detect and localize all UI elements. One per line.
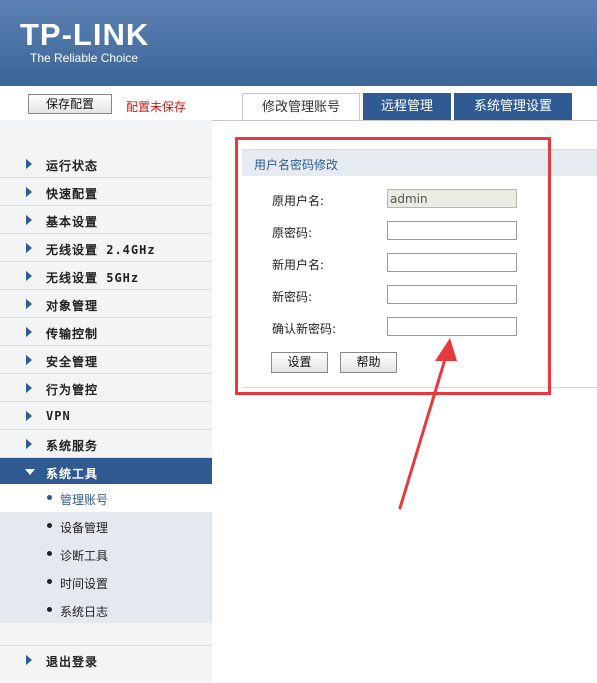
sidebar-item-vpn[interactable]: VPN: [0, 402, 212, 430]
sidebar-item-system-tools[interactable]: 系统工具: [0, 458, 212, 486]
save-config-button[interactable]: 保存配置: [28, 94, 112, 114]
sidebar-item-label: 基本设置: [46, 215, 99, 229]
sidebar-item-label: 系统工具: [46, 467, 99, 481]
caret-right-icon: [26, 383, 32, 393]
sidebar-item-label: 运行状态: [46, 159, 99, 173]
sidebar-subitem-label: 时间设置: [60, 577, 109, 591]
caret-right-icon: [26, 187, 32, 197]
sidebar-item-label: 无线设置 2.4GHz: [46, 243, 156, 257]
tab-modify-admin-account[interactable]: 修改管理账号: [242, 93, 360, 121]
sidebar-item-label: 行为管控: [46, 383, 99, 397]
sidebar-subitem-label: 管理账号: [60, 493, 109, 507]
help-button[interactable]: 帮助: [340, 352, 397, 373]
original-username-label: 原用户名:: [272, 194, 325, 208]
new-username-label: 新用户名:: [272, 258, 325, 272]
sidebar-item-object-management[interactable]: 对象管理: [0, 290, 212, 318]
caret-right-icon: [26, 299, 32, 309]
sidebar-item-behavior-control[interactable]: 行为管控: [0, 374, 212, 402]
brand-logo: TP-LINK: [20, 17, 150, 52]
sidebar-subitem-time-settings[interactable]: 时间设置: [0, 568, 212, 596]
caret-right-icon: [26, 355, 32, 365]
tab-remote-management[interactable]: 远程管理: [363, 93, 451, 120]
sidebar-subitem-admin-account[interactable]: 管理账号: [0, 484, 212, 512]
sidebar-item-running-status[interactable]: 运行状态: [0, 150, 212, 178]
sidebar-item-label: VPN: [46, 409, 71, 423]
caret-down-icon: [25, 469, 35, 475]
caret-right-icon: [26, 411, 32, 421]
sidebar-subitem-system-log[interactable]: 系统日志: [0, 596, 212, 623]
bullet-icon: [47, 579, 52, 584]
sidebar-subitem-label: 诊断工具: [60, 549, 109, 563]
caret-right-icon: [26, 439, 32, 449]
bullet-icon: [47, 551, 52, 556]
form-section-title: 用户名密码修改: [254, 158, 339, 172]
brand-tagline: The Reliable Choice: [30, 51, 139, 65]
form-divider: [242, 387, 597, 388]
sidebar-item-transfer-control[interactable]: 传输控制: [0, 318, 212, 346]
caret-right-icon: [26, 159, 32, 169]
sidebar-item-wireless-5ghz[interactable]: 无线设置 5GHz: [0, 262, 212, 290]
sidebar-item-label: 快速配置: [46, 187, 99, 201]
header-banner: TP-LINK The Reliable Choice: [0, 0, 597, 86]
sidebar-item-system-services[interactable]: 系统服务: [0, 430, 212, 458]
sidebar-item-basic-settings[interactable]: 基本设置: [0, 206, 212, 234]
new-password-label: 新密码:: [272, 290, 313, 304]
new-username-field[interactable]: [387, 253, 517, 272]
sidebar-subitem-label: 系统日志: [60, 605, 109, 619]
original-password-label: 原密码:: [272, 226, 313, 240]
confirm-password-field[interactable]: [387, 317, 517, 336]
caret-right-icon: [26, 215, 32, 225]
original-password-field[interactable]: [387, 221, 517, 240]
caret-right-icon: [26, 271, 32, 281]
set-button[interactable]: 设置: [271, 352, 328, 373]
sidebar-item-logout[interactable]: 退出登录: [0, 645, 212, 673]
original-username-field: [387, 189, 517, 208]
caret-right-icon: [26, 327, 32, 337]
sidebar-item-label: 对象管理: [46, 299, 99, 313]
sidebar-subitem-diagnostic-tools[interactable]: 诊断工具: [0, 540, 212, 568]
sidebar-subitem-device-management[interactable]: 设备管理: [0, 512, 212, 540]
sidebar-item-label: 无线设置 5GHz: [46, 271, 140, 285]
caret-right-icon: [26, 243, 32, 253]
sidebar-item-wireless-24ghz[interactable]: 无线设置 2.4GHz: [0, 234, 212, 262]
unsaved-status: 配置未保存: [126, 100, 187, 114]
sidebar-item-label: 系统服务: [46, 439, 99, 453]
sidebar-item-security-management[interactable]: 安全管理: [0, 346, 212, 374]
tab-system-management-settings[interactable]: 系统管理设置: [454, 93, 572, 120]
sidebar-item-label: 退出登录: [46, 655, 99, 669]
bullet-icon: [47, 495, 52, 500]
caret-right-icon: [26, 655, 32, 665]
bullet-icon: [47, 607, 52, 612]
bullet-icon: [47, 523, 52, 528]
sidebar-item-label: 安全管理: [46, 355, 99, 369]
new-password-field[interactable]: [387, 285, 517, 304]
sidebar-subitem-label: 设备管理: [60, 521, 109, 535]
sidebar-item-quick-setup[interactable]: 快速配置: [0, 178, 212, 206]
sidebar-item-label: 传输控制: [46, 327, 99, 341]
confirm-password-label: 确认新密码:: [272, 322, 337, 336]
